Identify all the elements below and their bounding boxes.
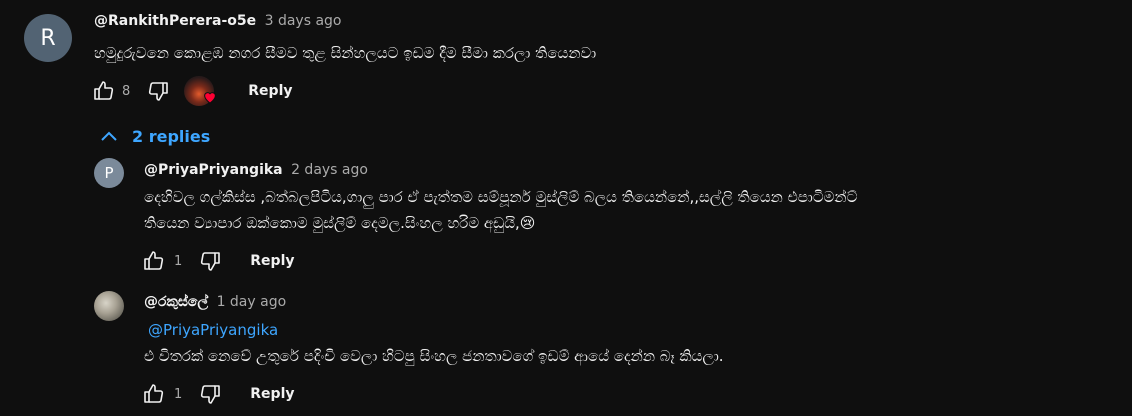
crying-emoji: 😢: [519, 214, 536, 232]
reply-text-line: තියෙන ව්‍යාපාර ඔක්කොම මුස්ලිම් දෙමල.සිංහ…: [144, 210, 857, 236]
reply-author[interactable]: @රකුස්ලේ: [144, 294, 208, 310]
reply-text-line: එ විතරක් නෙවේ උතුරේ පදිංචි වෙලා හිටපු සි…: [144, 347, 724, 365]
thumbs-up-icon: [144, 384, 164, 403]
reply-actions: 1 Reply: [138, 378, 307, 410]
reply-actions: 1 Reply: [138, 245, 307, 277]
thumbs-up-icon: [144, 251, 164, 270]
chevron-up-icon: [101, 131, 117, 141]
thumbs-down-icon: [201, 252, 221, 271]
reply-header: @PriyaPriyangika 2 days ago: [144, 161, 368, 179]
reply-author[interactable]: @PriyaPriyangika: [144, 162, 283, 178]
comment-thread: R @RankithPerera-o5e 3 days ago හමුදුරුව…: [0, 0, 1132, 416]
like-button[interactable]: [88, 75, 120, 107]
comment-actions: 8 Reply: [88, 75, 305, 107]
like-button[interactable]: [138, 245, 170, 277]
comment-timestamp[interactable]: 3 days ago: [265, 13, 342, 29]
thumbs-up-icon: [94, 81, 114, 100]
dislike-button[interactable]: [194, 245, 226, 277]
reply-mention[interactable]: @PriyaPriyangika: [144, 317, 724, 343]
like-count: 8: [122, 83, 131, 99]
reply-text-line: දෙහිවල ගල්කිස්ස ,බත්බලපිටිය,ගාලු පාර ඒ ප…: [144, 188, 858, 206]
comment-header: @RankithPerera-o5e 3 days ago: [94, 12, 341, 30]
reply-text: @PriyaPriyangika එ විතරක් නෙවේ උතුරේ පදි…: [144, 317, 724, 369]
replies-toggle-button[interactable]: 2 replies: [92, 118, 218, 154]
reply-button[interactable]: Reply: [238, 245, 306, 277]
avatar-letter: R: [40, 25, 56, 51]
dislike-button[interactable]: [194, 378, 226, 410]
comment-author[interactable]: @RankithPerera-o5e: [94, 13, 256, 29]
thumbs-down-icon: [201, 385, 221, 404]
like-count: 1: [174, 386, 183, 402]
reply-timestamp[interactable]: 2 days ago: [291, 162, 368, 178]
thumbs-down-icon: [149, 82, 169, 101]
reply-timestamp[interactable]: 1 day ago: [217, 294, 287, 310]
dislike-button[interactable]: [142, 75, 174, 107]
reply-text-segment: තියෙන ව්‍යාපාර ඔක්කොම මුස්ලිම් දෙමල.සිංහ…: [144, 214, 520, 232]
reply-avatar[interactable]: [94, 291, 124, 321]
reply-button[interactable]: Reply: [236, 75, 304, 107]
heart-icon: [204, 92, 217, 104]
reply-text: දෙහිවල ගල්කිස්ස ,බත්බලපිටිය,ගාලු පාර ඒ ප…: [144, 184, 857, 236]
replies-count-label: 2 replies: [132, 126, 211, 146]
like-button[interactable]: [138, 378, 170, 410]
reply-button[interactable]: Reply: [238, 378, 306, 410]
avatar-letter: P: [104, 164, 114, 182]
creator-heart-badge: [182, 75, 222, 107]
avatar[interactable]: R: [24, 14, 72, 62]
reply-header: @රකුස්ලේ 1 day ago: [144, 293, 286, 311]
reply-avatar[interactable]: P: [94, 158, 124, 188]
comment-text: හමුදුරුවනෙ කොළඹ නගර සීමව තුළ සින්හලයට ඉඩ…: [94, 44, 597, 62]
like-count: 1: [174, 253, 183, 269]
